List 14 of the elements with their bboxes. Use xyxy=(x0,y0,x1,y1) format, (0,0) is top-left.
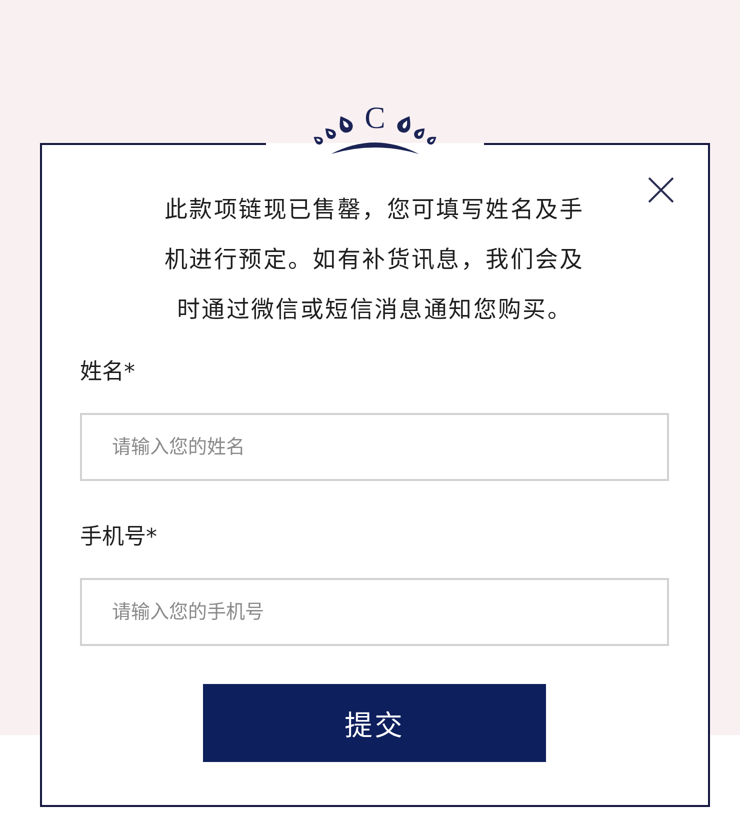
close-button[interactable] xyxy=(648,177,674,203)
gem-icon xyxy=(325,128,336,139)
input-field[interactable]: 请输入您的手机号 xyxy=(80,578,669,646)
field-label: 姓名* xyxy=(80,359,136,387)
gem-icon xyxy=(340,116,353,133)
close-icon xyxy=(648,177,674,203)
field-label: 手机号* xyxy=(80,524,158,552)
swoosh-icon xyxy=(331,142,419,154)
gem-icon xyxy=(414,128,425,139)
submit-button[interactable]: 提交 xyxy=(203,684,546,762)
gem-icon xyxy=(397,116,410,133)
message-text: 此款项链现已售罄，您可填写姓名及手机进行预定。如有补货讯息，我们会及时通过微信或短信消息通知您购买。 xyxy=(164,196,586,325)
input-field[interactable]: 请输入您的姓名 xyxy=(80,413,669,481)
logo-letter: C xyxy=(364,102,386,135)
